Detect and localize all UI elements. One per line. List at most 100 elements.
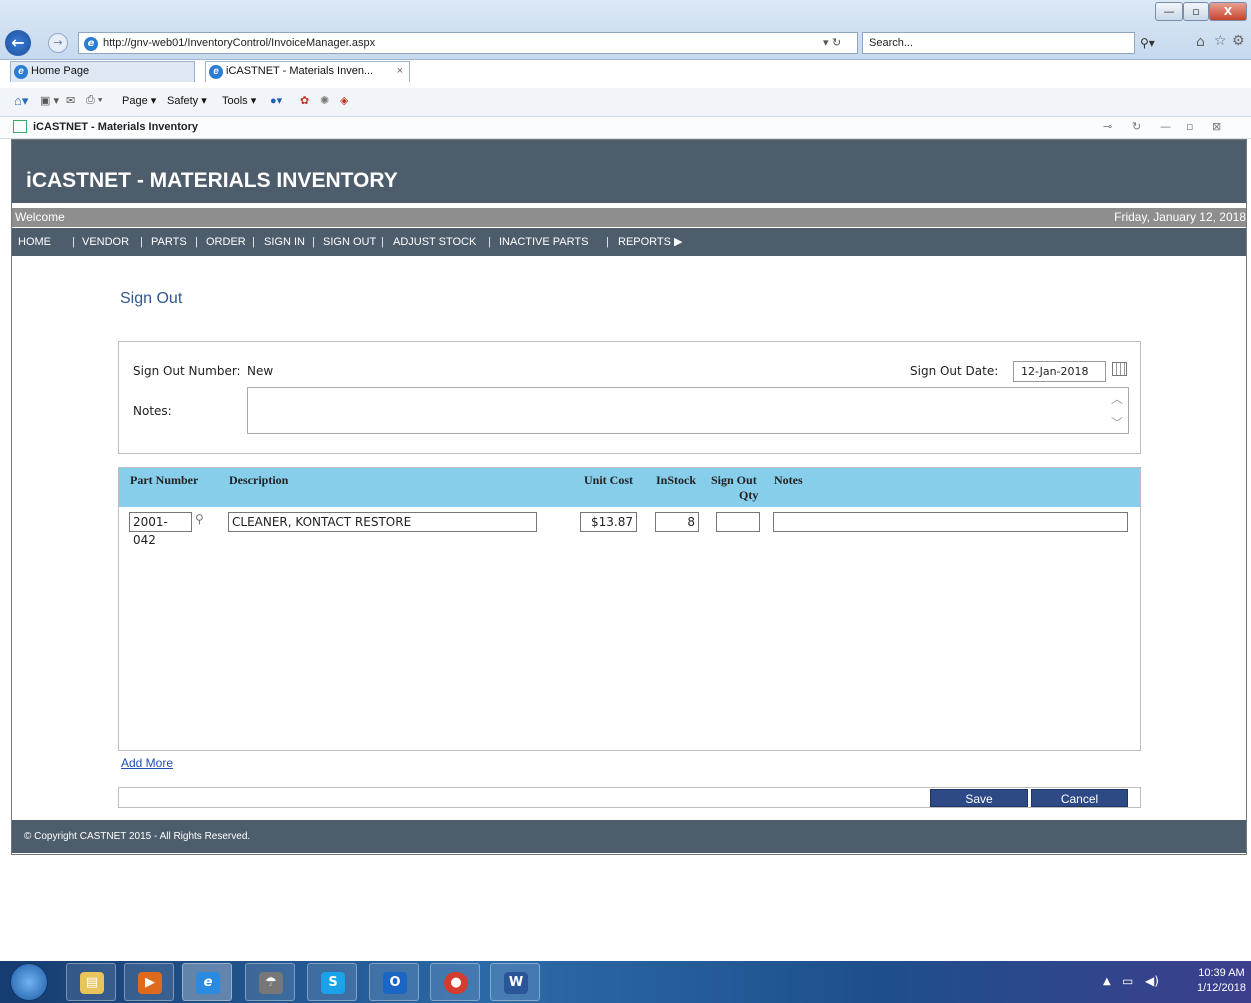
tray-expand-icon[interactable]: ▲: [1103, 976, 1111, 987]
tools-menu[interactable]: Tools ▾: [222, 94, 256, 107]
clock-date: 1/12/2018: [1197, 982, 1246, 994]
taskbar-media[interactable]: ▶: [124, 963, 174, 1001]
tab-label: Home Page: [31, 65, 90, 77]
taskbar-chrome[interactable]: ●: [430, 963, 480, 1001]
app-footer: © Copyright CASTNET 2015 - All Rights Re…: [12, 820, 1246, 853]
description-input[interactable]: CLEANER, KONTACT RESTORE: [228, 512, 537, 532]
back-button[interactable]: ←: [5, 30, 31, 56]
notes-label: Notes:: [133, 404, 172, 418]
refresh-small-icon[interactable]: ↻: [1132, 120, 1141, 133]
help-icon[interactable]: ●▾: [270, 94, 282, 107]
col-notes: Notes: [774, 473, 803, 487]
media-player-icon: ▶: [138, 972, 162, 994]
search-placeholder: Search...: [869, 37, 914, 49]
taskbar-explorer[interactable]: ▤: [66, 963, 116, 1001]
welcome-text: Welcome: [15, 210, 65, 224]
sign-out-number-label: Sign Out Number:: [133, 364, 241, 378]
current-date: Friday, January 12, 2018: [1114, 210, 1246, 224]
main-menu: HOME | VENDOR | PARTS | ORDER | SIGN IN …: [12, 228, 1246, 256]
print-icon[interactable]: ⎙ ▾: [86, 94, 102, 107]
menu-vendor[interactable]: VENDOR: [82, 228, 129, 256]
feeds-icon[interactable]: ▣ ▾: [40, 94, 59, 107]
menu-inactive-parts[interactable]: INACTIVE PARTS: [499, 228, 588, 256]
sign-out-qty-input[interactable]: [716, 512, 760, 532]
minimize-pane-icon[interactable]: —: [1160, 120, 1171, 133]
menu-adjust-stock[interactable]: ADJUST STOCK: [393, 228, 476, 256]
save-button[interactable]: Save: [930, 789, 1028, 807]
magnifier-icon[interactable]: ⚲: [195, 512, 204, 526]
tab-home-page[interactable]: e Home Page: [10, 61, 195, 82]
scroll-down-icon[interactable]: ﹀: [1111, 414, 1123, 431]
col-sign-out-qty-line2: Qty: [739, 488, 759, 502]
volume-icon[interactable]: ◀): [1145, 974, 1159, 988]
address-bar[interactable]: e http://gnv-web01/InventoryControl/Invo…: [78, 32, 858, 54]
ie-tab-icon: e: [209, 65, 223, 79]
menu-home[interactable]: HOME: [18, 228, 51, 256]
home-icon[interactable]: ⌂: [1196, 34, 1205, 50]
unit-cost-input[interactable]: $13.87: [580, 512, 637, 532]
submenu-arrow-icon: ▶: [674, 236, 683, 248]
url-text: http://gnv-web01/InventoryControl/Invoic…: [103, 37, 376, 49]
calendar-icon[interactable]: [1112, 362, 1127, 376]
col-description: Description: [229, 473, 289, 487]
research-icon[interactable]: ✿: [300, 94, 309, 107]
refresh-icon[interactable]: ▾ ↻: [823, 36, 841, 49]
gear-icon[interactable]: ⚙: [1232, 33, 1245, 49]
system-clock[interactable]: 10:39 AM 1/12/2018: [1197, 966, 1246, 996]
close-tab-icon[interactable]: ×: [397, 62, 403, 81]
app-title: iCASTNET - MATERIALS INVENTORY: [26, 169, 398, 192]
forward-button[interactable]: →: [48, 33, 68, 53]
folder-icon: ▤: [80, 972, 104, 994]
sign-out-date-input[interactable]: 12-Jan-2018: [1013, 361, 1106, 382]
page-menu[interactable]: Page ▾: [122, 94, 156, 107]
mail-icon[interactable]: ✉: [66, 94, 75, 107]
search-icon[interactable]: ⚲▾: [1140, 36, 1155, 50]
translate-icon[interactable]: ◈: [340, 94, 348, 107]
weather-icon: ☂: [259, 972, 283, 994]
close-button[interactable]: X: [1209, 2, 1247, 21]
row-notes-input[interactable]: [773, 512, 1128, 532]
part-number-input[interactable]: 2001-042: [129, 512, 192, 547]
menu-order[interactable]: ORDER: [206, 228, 246, 256]
page-tab-title: iCASTNET - Materials Inventory: [33, 121, 199, 133]
taskbar-skype[interactable]: S: [307, 963, 357, 1001]
scroll-up-icon[interactable]: ︿: [1111, 390, 1123, 407]
taskbar-ie[interactable]: e: [182, 963, 232, 1001]
ie-tab-icon: e: [14, 65, 28, 79]
page-title: Sign Out: [120, 290, 183, 307]
minimize-button[interactable]: —: [1155, 2, 1183, 21]
sign-out-date-label: Sign Out Date:: [910, 364, 999, 378]
menu-sign-in[interactable]: SIGN IN: [264, 228, 305, 256]
menu-sign-out[interactable]: SIGN OUT: [323, 228, 376, 256]
close-pane-icon[interactable]: ⊠: [1212, 120, 1221, 133]
outlook-icon: O: [383, 972, 407, 994]
clock-time: 10:39 AM: [1198, 967, 1245, 979]
taskbar-outlook[interactable]: O: [369, 963, 419, 1001]
search-input[interactable]: Search...: [862, 32, 1135, 54]
col-sign-out-qty: Sign Out: [711, 473, 757, 487]
menu-parts[interactable]: PARTS: [151, 228, 187, 256]
skype-icon: S: [321, 972, 345, 994]
safety-menu[interactable]: Safety ▾: [167, 94, 207, 107]
home-cmd-icon[interactable]: ⌂▾: [14, 93, 28, 109]
tab-icastnet[interactable]: e iCASTNET - Materials Inven... ×: [205, 61, 410, 82]
favorites-star-icon[interactable]: ☆: [1214, 33, 1227, 49]
settings-icon[interactable]: ✺: [320, 94, 329, 107]
word-icon: W: [504, 972, 528, 994]
restore-pane-icon[interactable]: ▫: [1186, 120, 1193, 133]
instock-input[interactable]: 8: [655, 512, 699, 532]
col-unit-cost: Unit Cost: [584, 473, 634, 487]
parts-grid: [118, 467, 1141, 751]
menu-reports[interactable]: REPORTS: [618, 228, 671, 256]
pin-icon[interactable]: ⊸: [1103, 120, 1112, 133]
add-more-link[interactable]: Add More: [121, 756, 173, 770]
notes-textarea[interactable]: ︿ ﹀: [247, 387, 1129, 434]
sign-out-number-value: New: [247, 364, 274, 378]
start-button[interactable]: [10, 963, 48, 1001]
taskbar-word[interactable]: W: [490, 963, 540, 1001]
col-instock: InStock: [656, 473, 697, 487]
cancel-button[interactable]: Cancel: [1031, 789, 1128, 807]
taskbar-app[interactable]: ☂: [245, 963, 295, 1001]
restore-button[interactable]: ▫: [1183, 2, 1209, 21]
network-icon[interactable]: ▭: [1122, 974, 1133, 988]
